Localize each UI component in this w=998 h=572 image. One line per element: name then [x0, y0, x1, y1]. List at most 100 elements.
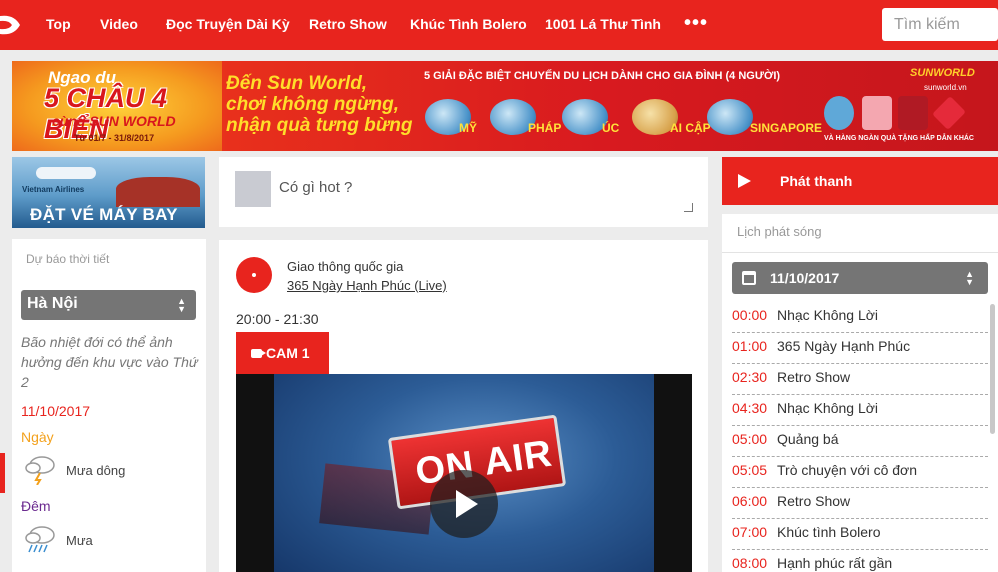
radio-button[interactable]: Phát thanh — [722, 157, 998, 205]
destination-label: ÚC — [602, 121, 620, 135]
rain-icon — [25, 526, 55, 553]
list-item[interactable]: 00:00 Nhạc Không Lời — [732, 302, 988, 333]
gift-image — [862, 96, 892, 130]
travelers-image — [116, 177, 200, 207]
banner-dates: Từ 01/7 - 31/8/2017 — [74, 133, 155, 143]
channel-name: Giao thông quốc gia — [287, 259, 404, 274]
schedule-program: Hạnh phúc rất gần — [777, 555, 893, 571]
search-input[interactable] — [882, 8, 998, 41]
nav-item-stories[interactable]: Đọc Truyện Dài Kỳ — [166, 16, 290, 32]
list-item[interactable]: 02:30 Retro Show — [732, 364, 988, 395]
schedule-program: 365 Ngày Hạnh Phúc — [777, 338, 911, 354]
schedule-time: 02:30 — [732, 369, 768, 385]
list-item[interactable]: 06:00 Retro Show — [732, 488, 988, 519]
destination-label: PHÁP — [528, 121, 562, 135]
weather-card: Dự báo thời tiết Hà Nội ▲ ▼ Bão nhiệt đới… — [12, 239, 206, 572]
list-item[interactable]: 08:00 Hạnh phúc rất gần — [732, 550, 988, 572]
list-item[interactable]: 04:30 Nhạc Không Lời — [732, 395, 988, 426]
banner-promo-badge: Ngao du 5 CHÂU 4 BIỂN cùng SUN WORLD Từ … — [12, 61, 222, 151]
live-stream-card: Giao thông quốc gia 365 Ngày Hạnh Phúc (… — [219, 240, 708, 572]
site-logo-icon[interactable] — [0, 8, 24, 42]
schedule-program: Trò chuyện với cô đơn — [777, 462, 918, 478]
top-nav: Top Video Đọc Truyện Dài Kỳ Retro Show K… — [0, 0, 998, 50]
schedule-time: 05:00 — [732, 431, 768, 447]
weather-day-condition: Mưa dông — [66, 463, 126, 478]
city-select[interactable]: Hà Nội ▲ ▼ — [21, 290, 196, 320]
gift-image — [824, 96, 854, 130]
schedule-program: Quảng bá — [777, 431, 839, 447]
nav-item-love-letters[interactable]: 1001 Lá Thư Tình — [545, 16, 661, 32]
list-item[interactable]: 01:00 365 Ngày Hạnh Phúc — [732, 333, 988, 364]
schedule-card: Lịch phát sóng 11/10/2017 ▲ ▼ 00:00 Nhạc K… — [722, 214, 998, 572]
schedule-program: Nhạc Không Lời — [777, 307, 879, 323]
city-select-value: Hà Nội — [27, 295, 78, 312]
schedule-date-select[interactable]: 11/10/2017 ▲ ▼ — [732, 262, 988, 294]
video-camera-icon — [251, 349, 266, 358]
weather-day-label: Ngày — [21, 429, 54, 445]
schedule-time: 00:00 — [732, 307, 768, 323]
select-arrows-icon: ▲ ▼ — [965, 269, 974, 287]
sunworld-banner-ad[interactable]: Ngao du 5 CHÂU 4 BIỂN cùng SUN WORLD Từ … — [12, 61, 998, 151]
banner-headline-3: nhận quà tưng bừng — [226, 115, 413, 136]
schedule-time: 07:00 — [732, 524, 768, 540]
schedule-time: 06:00 — [732, 493, 768, 509]
divider — [722, 252, 998, 253]
post-input[interactable]: Có gì hot ? — [279, 179, 352, 196]
list-item[interactable]: 05:00 Quảng bá — [732, 426, 988, 457]
nav-item-top[interactable]: Top — [46, 16, 71, 32]
side-accent-bar — [0, 453, 5, 493]
banner-line3: cùng SUN WORLD — [52, 113, 176, 129]
sunworld-website: sunworld.vn — [924, 83, 967, 92]
play-icon[interactable] — [430, 470, 498, 538]
schedule-program: Khúc tình Bolero — [777, 524, 881, 540]
weather-night-label: Đêm — [21, 498, 51, 514]
nav-item-retro-show[interactable]: Retro Show — [309, 16, 387, 32]
schedule-title: Lịch phát sóng — [737, 224, 822, 239]
nav-item-bolero[interactable]: Khúc Tình Bolero — [410, 16, 527, 32]
airplane-image — [36, 167, 96, 179]
avatar — [235, 171, 271, 207]
gift-image — [898, 96, 928, 130]
schedule-program: Retro Show — [777, 369, 851, 385]
gift-image — [932, 96, 966, 130]
nav-item-video[interactable]: Video — [100, 16, 138, 32]
program-time: 20:00 - 21:30 — [236, 311, 319, 327]
play-icon — [738, 174, 751, 188]
schedule-time: 04:30 — [732, 400, 768, 416]
calendar-icon — [742, 271, 756, 285]
airline-logo: Vietnam Airlines — [22, 185, 85, 194]
program-link[interactable]: 365 Ngày Hạnh Phúc (Live) — [287, 278, 447, 293]
more-menu-button[interactable]: ••• — [684, 12, 708, 35]
radio-label: Phát thanh — [780, 173, 853, 189]
banner-headline: Đến Sun World, chơi không ngừng, nhận qu… — [226, 73, 412, 136]
destination-label: AI CẬP — [670, 121, 711, 135]
scrollbar[interactable] — [990, 304, 995, 434]
schedule-program: Retro Show — [777, 493, 851, 509]
resize-handle-icon[interactable] — [684, 203, 693, 212]
channel-disc-icon — [236, 257, 272, 293]
destination-label: MỸ — [459, 121, 477, 135]
sunworld-logo: SUNWORLD — [910, 67, 975, 79]
video-player[interactable]: ON AIR — [236, 374, 692, 572]
schedule-time: 05:05 — [732, 462, 768, 478]
thunderstorm-icon — [25, 456, 55, 485]
schedule-time: 08:00 — [732, 555, 768, 571]
schedule-program: Nhạc Không Lời — [777, 400, 879, 416]
post-composer[interactable]: Có gì hot ? — [219, 157, 708, 227]
flight-booking-ad[interactable]: Vietnam Airlines ĐẶT VÉ MÁY BAY — [12, 157, 205, 228]
select-arrows-icon: ▲ ▼ — [177, 296, 186, 314]
flight-ad-text: ĐẶT VÉ MÁY BAY — [30, 205, 178, 224]
list-item[interactable]: 07:00 Khúc tình Bolero — [732, 519, 988, 550]
list-item[interactable]: 05:05 Trò chuyện với cô đơn — [732, 457, 988, 488]
banner-prize-text: 5 GIẢI ĐẶC BIỆT CHUYẾN DU LỊCH DÀNH CHO … — [424, 70, 781, 82]
banner-headline-1: Đến Sun World, — [226, 73, 368, 94]
cam-label: CAM 1 — [266, 345, 310, 361]
banner-gift-text: VÀ HÀNG NGÀN QUÀ TẶNG HẤP DẪN KHÁC — [824, 135, 974, 142]
weather-description: Bão nhiệt đới có thể ảnh hưởng đến khu v… — [21, 334, 198, 390]
weather-night-condition: Mưa — [66, 533, 93, 548]
weather-date: 11/10/2017 — [21, 403, 91, 419]
destination-label: SINGAPORE — [750, 121, 823, 135]
banner-headline-2: chơi không ngừng, — [226, 94, 400, 115]
cam-tab[interactable]: CAM 1 — [236, 332, 329, 374]
schedule-time: 01:00 — [732, 338, 768, 354]
